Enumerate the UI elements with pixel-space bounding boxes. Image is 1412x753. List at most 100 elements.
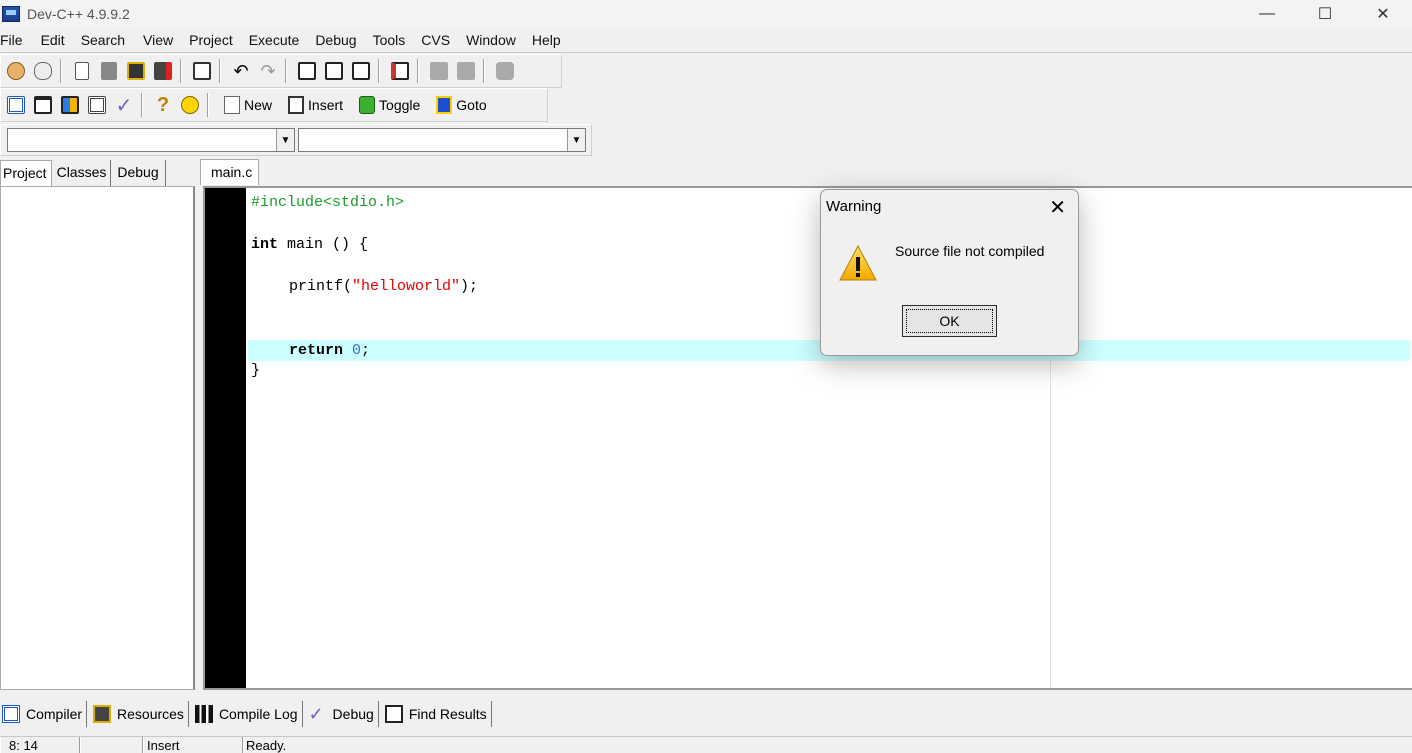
toolbar-divider xyxy=(141,93,143,117)
print-icon[interactable] xyxy=(190,59,214,83)
code-number-literal: 0 xyxy=(352,342,362,359)
goto-button[interactable]: Goto xyxy=(430,92,492,118)
undo-icon[interactable]: ↶ xyxy=(229,59,253,83)
tab-find-results[interactable]: Find Results xyxy=(379,701,492,727)
menu-help[interactable]: Help xyxy=(532,32,569,48)
tab-classes[interactable]: Classes xyxy=(51,160,112,186)
status-message: Ready. xyxy=(243,737,1412,753)
tab-compiler-label: Compiler xyxy=(26,706,83,722)
warning-icon xyxy=(838,244,878,285)
close-icon[interactable]: ✕ xyxy=(1354,0,1412,28)
minimize-icon[interactable]: — xyxy=(1238,0,1296,28)
toolbar-divider xyxy=(180,59,182,83)
insert-button[interactable]: Insert xyxy=(282,92,349,118)
tab-resources[interactable]: Resources xyxy=(87,701,189,727)
menu-file[interactable]: File xyxy=(0,32,31,48)
tab-compile-log[interactable]: Compile Log xyxy=(189,701,303,727)
menu-project[interactable]: Project xyxy=(189,32,241,48)
ok-button-label: OK xyxy=(906,309,993,333)
tab-project[interactable]: Project xyxy=(0,160,52,186)
tab-resources-label: Resources xyxy=(117,706,184,722)
redo-icon[interactable]: ↷ xyxy=(256,59,280,83)
compiler-icon xyxy=(2,705,20,723)
menu-debug[interactable]: Debug xyxy=(315,32,364,48)
toggle-icon xyxy=(359,96,376,114)
tab-debug[interactable]: Debug xyxy=(111,160,166,186)
help-icon[interactable]: ? xyxy=(151,93,175,117)
menu-view[interactable]: View xyxy=(143,32,181,48)
check-icon: ✓ xyxy=(308,704,324,724)
tab-main-c[interactable]: main.c xyxy=(200,159,260,185)
dialog-title: Warning xyxy=(826,198,882,215)
code-editor[interactable]: #include<stdio.h> int main () { printf("… xyxy=(203,186,1412,690)
new-file-icon[interactable] xyxy=(70,59,94,83)
tab-debug-output[interactable]: ✓ Debug xyxy=(303,701,379,727)
find-next-icon[interactable] xyxy=(349,59,373,83)
menu-tools[interactable]: Tools xyxy=(373,32,414,48)
debug-check-icon[interactable]: ✓ xyxy=(112,93,136,117)
run-icon[interactable] xyxy=(31,93,55,117)
save-icon[interactable] xyxy=(97,59,121,83)
blank-page-icon xyxy=(224,96,240,114)
new-button-label: New xyxy=(244,97,273,113)
about-icon[interactable] xyxy=(178,93,202,117)
chevron-down-icon[interactable]: ▼ xyxy=(276,129,294,151)
code-line-end: ); xyxy=(460,278,479,295)
toolbar-divider xyxy=(219,59,221,83)
toolbar-divider xyxy=(378,59,380,83)
toggle-button[interactable]: Toggle xyxy=(353,92,426,118)
class-combo[interactable]: ▼ xyxy=(7,128,295,152)
menu-divider xyxy=(0,52,1412,53)
tab-compiler[interactable]: Compiler xyxy=(0,701,88,727)
goto-icon xyxy=(436,96,453,114)
tab-compile-log-label: Compile Log xyxy=(218,706,298,722)
menu-cvs[interactable]: CVS xyxy=(421,32,458,48)
goto-line-icon[interactable] xyxy=(388,59,412,83)
menu-edit[interactable]: Edit xyxy=(41,32,73,48)
close-icon[interactable]: ✕ xyxy=(1049,195,1066,220)
rebuild-icon[interactable] xyxy=(85,93,109,117)
fullscreen-icon[interactable] xyxy=(493,59,517,83)
project-tree-panel[interactable] xyxy=(0,186,195,690)
code-main-signature: main () { xyxy=(278,236,369,253)
menu-search[interactable]: Search xyxy=(81,32,133,48)
code-line-2: int main () { xyxy=(251,234,368,255)
status-cursor-position: 8: 14 xyxy=(0,737,80,753)
compile-icon[interactable] xyxy=(4,93,28,117)
compile-toolbar: ✓ ? New Insert Toggle Goto xyxy=(0,88,548,122)
compile-run-icon[interactable] xyxy=(58,93,82,117)
code-line-3: printf("helloworld"); xyxy=(289,276,478,297)
toolbar-divider xyxy=(60,59,62,83)
menu-window[interactable]: Window xyxy=(466,32,524,48)
warning-dialog: Warning ✕ Source file not compiled OK xyxy=(820,189,1079,356)
next-icon[interactable] xyxy=(454,59,478,83)
menu-execute[interactable]: Execute xyxy=(249,32,308,48)
line-gutter[interactable] xyxy=(205,188,246,688)
save-all-icon[interactable] xyxy=(124,59,148,83)
code-line-5: return 0; xyxy=(289,340,370,361)
app-icon xyxy=(2,6,20,22)
side-panel-tabs: Project Classes Debug xyxy=(0,160,166,186)
maximize-icon[interactable]: ☐ xyxy=(1296,0,1354,28)
find-icon[interactable] xyxy=(295,59,319,83)
member-combo[interactable]: ▼ xyxy=(298,128,586,152)
toolbar-divider xyxy=(483,59,485,83)
open-project-icon[interactable] xyxy=(4,59,28,83)
open-file-icon[interactable] xyxy=(31,59,55,83)
prev-icon[interactable] xyxy=(427,59,451,83)
main-toolbar: ↶ ↷ xyxy=(0,54,562,88)
keyword-int: int xyxy=(251,236,279,253)
toolbar-divider xyxy=(417,59,419,83)
ok-button[interactable]: OK xyxy=(902,305,997,337)
tab-debug-label: Debug xyxy=(332,706,374,722)
keyword-return: return xyxy=(289,342,344,359)
dialog-message: Source file not compiled xyxy=(895,243,1045,259)
code-line-1: #include<stdio.h> xyxy=(251,194,405,211)
close-file-icon[interactable] xyxy=(151,59,175,83)
replace-icon[interactable] xyxy=(322,59,346,83)
window-title: Dev-C++ 4.9.9.2 xyxy=(27,6,130,22)
resources-icon xyxy=(93,705,112,723)
find-icon xyxy=(384,705,403,723)
chevron-down-icon[interactable]: ▼ xyxy=(567,129,585,151)
new-bookmark-button[interactable]: New xyxy=(218,92,278,118)
